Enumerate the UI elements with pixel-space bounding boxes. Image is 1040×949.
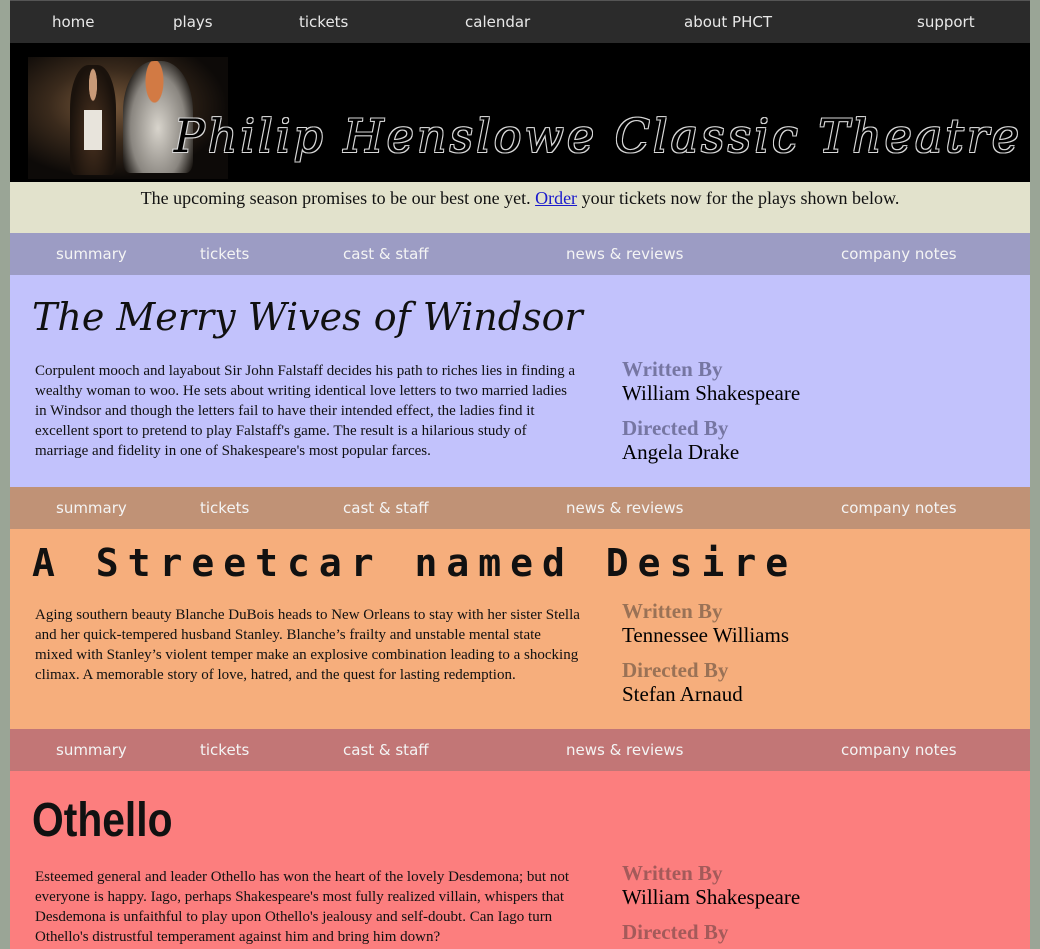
subnav-news-reviews[interactable]: news & reviews — [566, 741, 683, 759]
author-name: William Shakespeare — [622, 381, 801, 405]
author-name: Tennessee Williams — [622, 623, 790, 647]
play-summary: Esteemed general and leader Othello has … — [35, 869, 569, 945]
directed-by-label: Directed By — [622, 658, 729, 682]
subnav-company-notes[interactable]: company notes — [841, 741, 957, 759]
play-subnav: summary tickets cast & staff news & revi… — [10, 729, 1030, 771]
theatre-logo-title: Philip Henslowe Classic Theatre — [173, 109, 1022, 163]
play-title: Othello — [32, 794, 173, 847]
nav-support[interactable]: support — [917, 13, 975, 31]
subnav-summary[interactable]: summary — [56, 741, 127, 759]
play-section: The Merry Wives of Windsor Corpulent moo… — [10, 275, 1030, 487]
nav-home[interactable]: home — [52, 13, 95, 31]
subnav-tickets[interactable]: tickets — [200, 741, 249, 759]
play-credits: Written By William Shakespeare Directed … — [622, 861, 800, 949]
nav-tickets[interactable]: tickets — [299, 13, 348, 31]
play-title: The Merry Wives of Windsor — [32, 295, 583, 339]
play-subnav: summary tickets cast & staff news & revi… — [10, 487, 1030, 529]
directed-by-label: Directed By — [622, 416, 729, 440]
intro-text-before: The upcoming season promises to be our b… — [140, 188, 536, 208]
play-subnav: summary tickets cast & staff news & revi… — [10, 233, 1030, 275]
play-title: A Streetcar named Desire — [32, 541, 798, 585]
subnav-summary[interactable]: summary — [56, 499, 127, 517]
play-section: Othello Esteemed general and leader Othe… — [10, 771, 1030, 949]
main-nav: home plays tickets calendar about PHCT s… — [10, 0, 1030, 43]
subnav-company-notes[interactable]: company notes — [841, 499, 957, 517]
actor-figure — [70, 65, 116, 175]
director-name: Stefan Arnaud — [622, 682, 743, 706]
intro-message: The upcoming season promises to be our b… — [10, 182, 1030, 233]
subnav-news-reviews[interactable]: news & reviews — [566, 245, 683, 263]
banner: Philip Henslowe Classic Theatre — [10, 43, 1030, 182]
subnav-cast-staff[interactable]: cast & staff — [343, 499, 429, 517]
written-by-label: Written By — [622, 357, 723, 381]
nav-plays[interactable]: plays — [173, 13, 213, 31]
subnav-news-reviews[interactable]: news & reviews — [566, 499, 683, 517]
subnav-company-notes[interactable]: company notes — [841, 245, 957, 263]
subnav-summary[interactable]: summary — [56, 245, 127, 263]
order-link[interactable]: Order — [535, 188, 577, 208]
subnav-cast-staff[interactable]: cast & staff — [343, 245, 429, 263]
play-credits: Written By William Shakespeare Directed … — [622, 357, 800, 475]
director-name: Angela Drake — [622, 440, 740, 464]
nav-about[interactable]: about PHCT — [684, 13, 772, 31]
play-credits: Written By Tennessee Williams Directed B… — [622, 599, 789, 717]
subnav-tickets[interactable]: tickets — [200, 499, 249, 517]
author-name: William Shakespeare — [622, 885, 801, 909]
subnav-tickets[interactable]: tickets — [200, 245, 249, 263]
page: home plays tickets calendar about PHCT s… — [10, 0, 1030, 949]
nav-calendar[interactable]: calendar — [465, 13, 530, 31]
written-by-label: Written By — [622, 861, 723, 885]
intro-text-after: your tickets now for the plays shown bel… — [577, 188, 900, 208]
play-summary: Aging southern beauty Blanche DuBois hea… — [35, 607, 580, 683]
play-section: A Streetcar named Desire Aging southern … — [10, 529, 1030, 729]
play-summary: Corpulent mooch and layabout Sir John Fa… — [35, 363, 576, 459]
subnav-cast-staff[interactable]: cast & staff — [343, 741, 429, 759]
written-by-label: Written By — [622, 599, 723, 623]
directed-by-label: Directed By — [622, 920, 729, 944]
